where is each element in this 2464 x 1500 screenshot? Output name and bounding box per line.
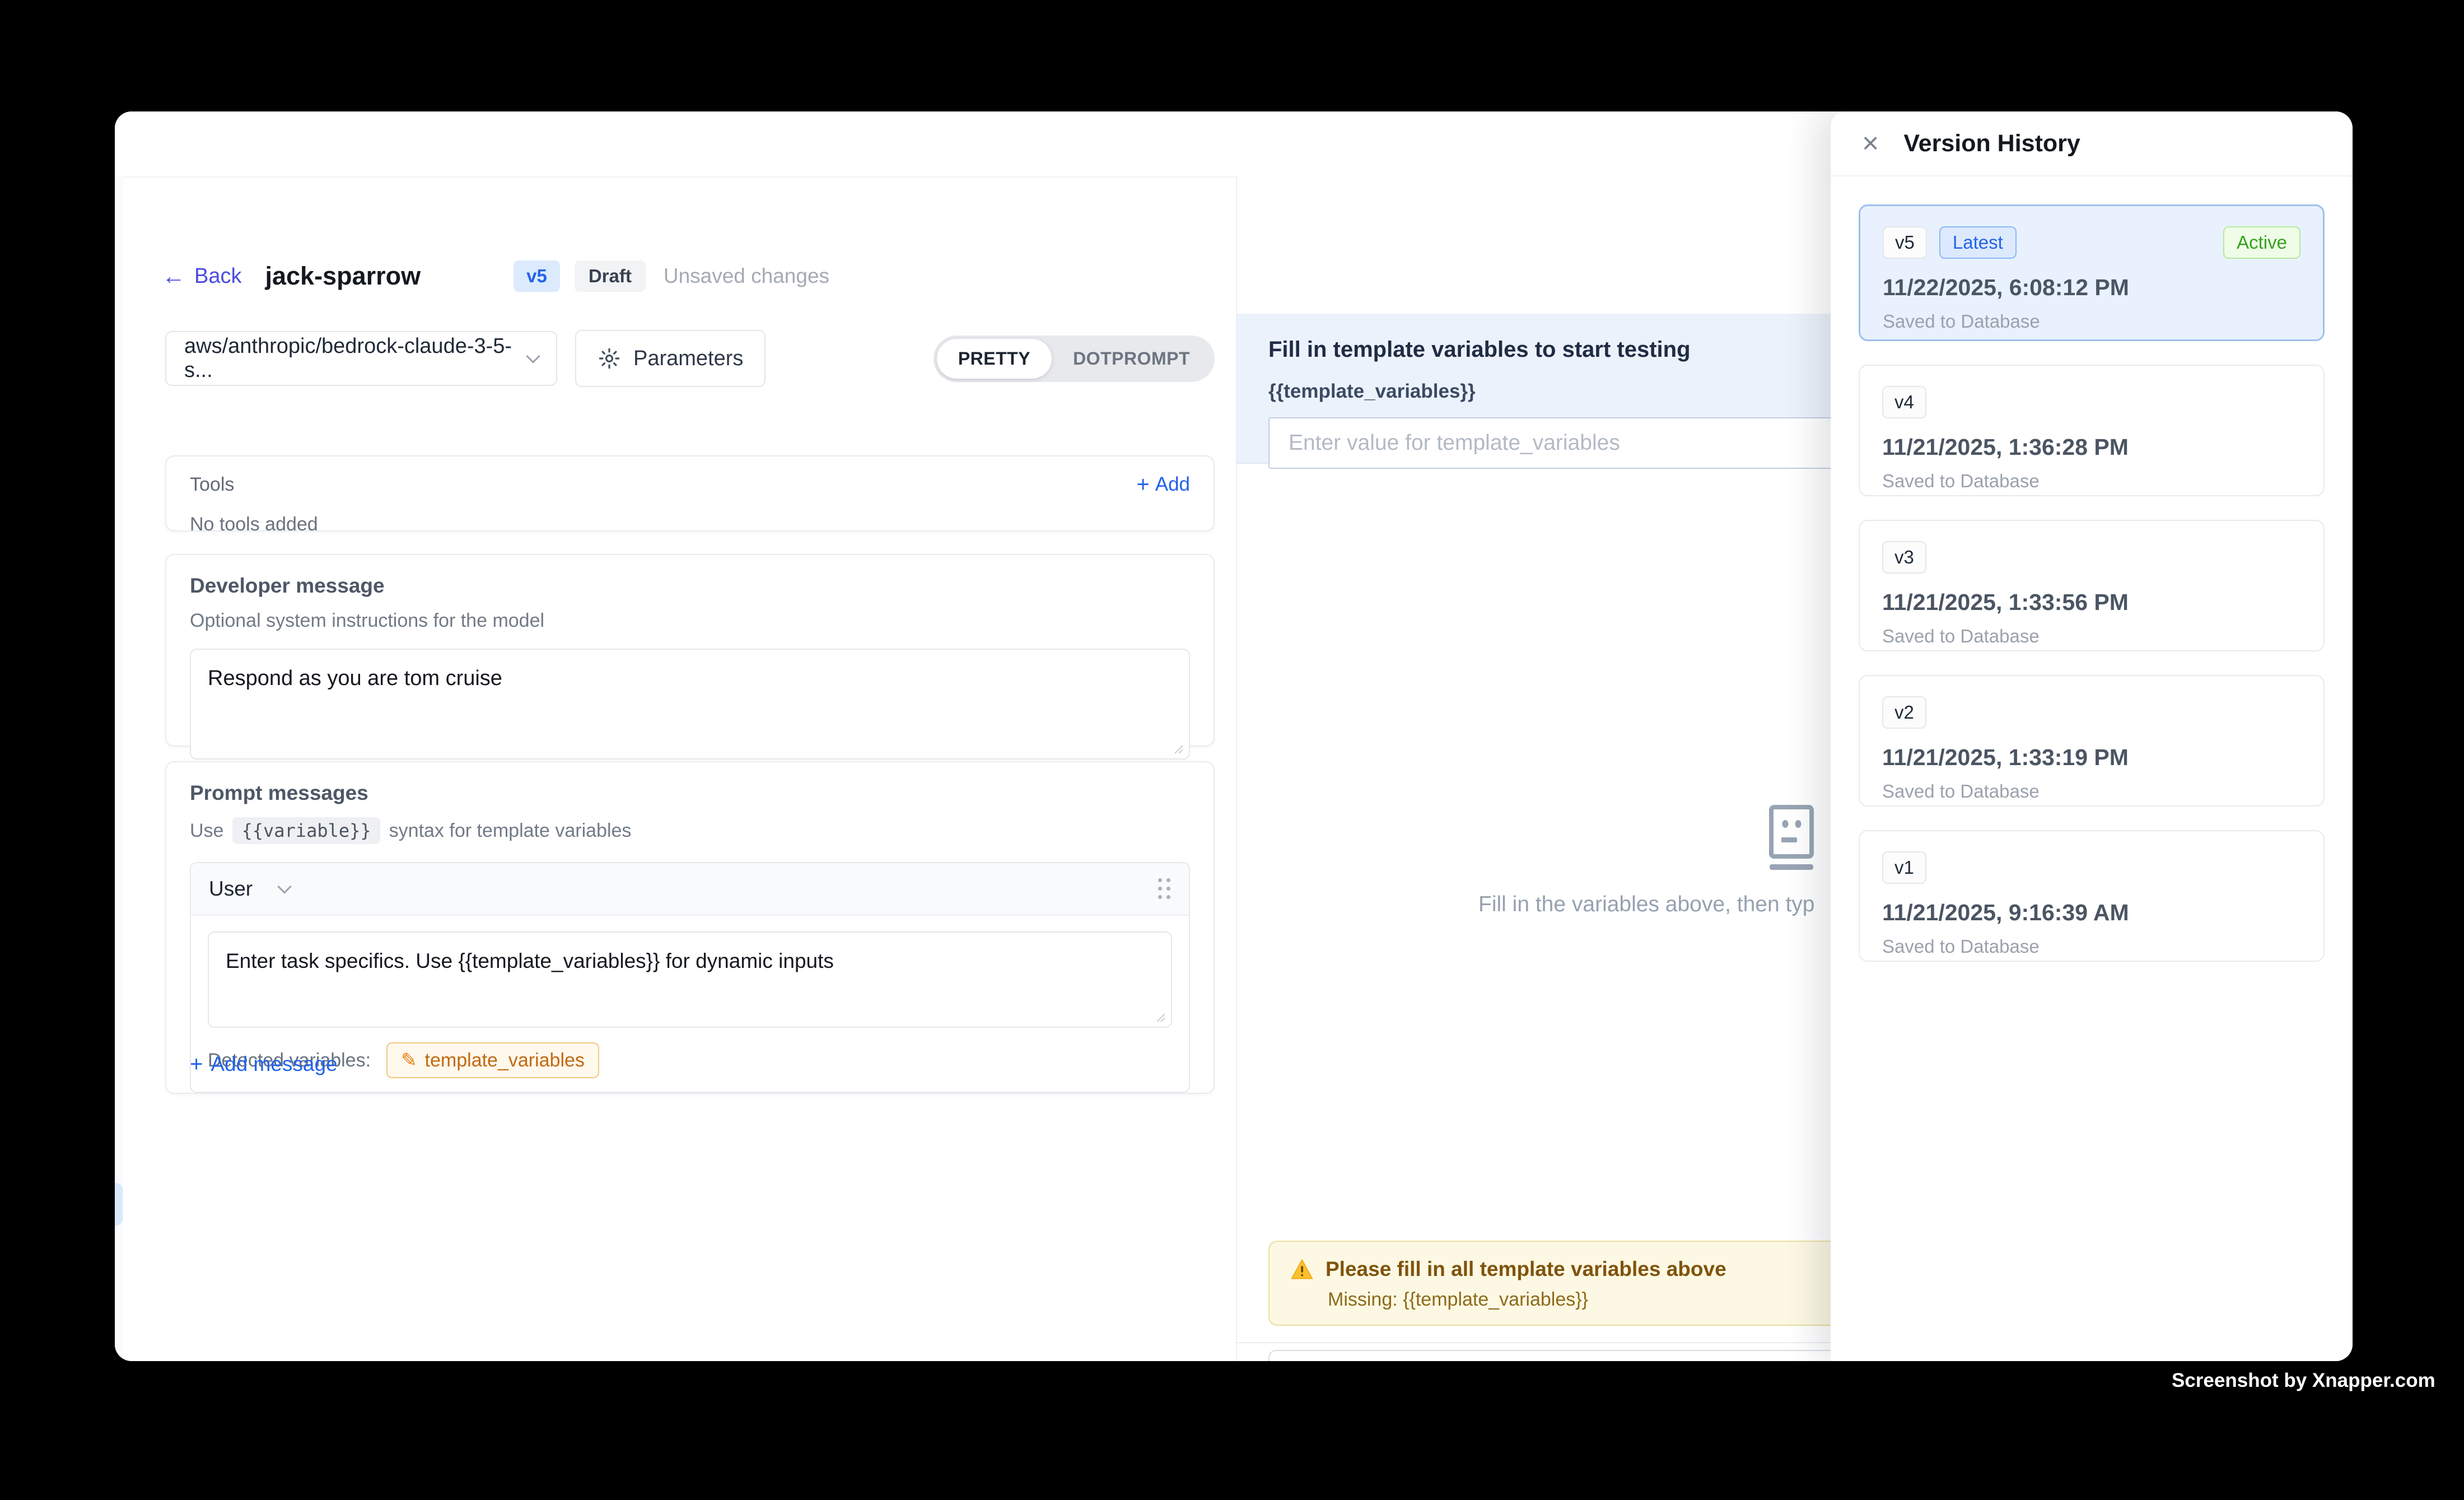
version-number-badge: v4 [1882,386,1926,418]
version-status: Saved to Database [1882,936,2301,957]
message-block: User Enter task specifics. Use {{templat… [190,862,1190,1093]
drag-handle[interactable] [1158,878,1171,900]
detected-variable-name: template_variables [425,1050,585,1072]
model-select-value: aws/anthropic/bedrock-claude-3-5-s... [184,334,528,383]
plus-icon: + [1136,473,1149,496]
version-card-v3[interactable]: v3 11/21/2025, 1:33:56 PM Saved to Datab… [1859,520,2325,651]
model-toolbar: aws/anthropic/bedrock-claude-3-5-s... Pa… [165,330,1215,387]
version-list: v5 Latest Active 11/22/2025, 6:08:12 PM … [1831,176,2353,990]
screenshot-stage: ← Back jack-sparrow v5 Draft Unsaved cha… [0,0,2464,1500]
tools-card: Tools + Add No tools added [165,455,1215,532]
version-timestamp: 11/21/2025, 1:33:19 PM [1882,744,2301,771]
toggle-pretty[interactable]: PRETTY [937,339,1052,379]
version-timestamp: 11/21/2025, 1:33:56 PM [1882,589,2301,616]
pencil-icon: ✎ [401,1049,417,1072]
format-toggle: PRETTY DOTPROMPT [934,336,1215,382]
developer-message-title: Developer message [190,574,1190,598]
active-badge: Active [2223,226,2300,259]
chevron-down-icon [526,349,540,363]
version-badge: v5 [514,260,560,292]
message-body: Enter task specifics. Use {{template_var… [191,916,1189,1092]
hint-suffix: syntax for template variables [389,820,632,842]
app-window: ← Back jack-sparrow v5 Draft Unsaved cha… [115,111,2353,1361]
variable-syntax-hint: Use {{variable}} syntax for template var… [190,817,1190,844]
prompt-messages-title: Prompt messages [190,781,1190,805]
title-row: ← Back jack-sparrow v5 Draft Unsaved cha… [162,258,829,294]
version-number-badge: v5 [1883,226,1927,259]
add-tool-button[interactable]: + Add [1136,473,1190,496]
toggle-dotprompt[interactable]: DOTPROMPT [1052,339,1211,379]
version-timestamp: 11/21/2025, 9:16:39 AM [1882,900,2301,926]
version-card-v4[interactable]: v4 11/21/2025, 1:36:28 PM Saved to Datab… [1859,365,2325,496]
version-timestamp: 11/21/2025, 1:36:28 PM [1882,434,2301,460]
latest-badge: Latest [1939,226,2017,259]
warning-icon [1291,1259,1313,1280]
variable-syntax-chip: {{variable}} [232,817,380,844]
version-card-v5[interactable]: v5 Latest Active 11/22/2025, 6:08:12 PM … [1859,204,2325,341]
version-card-v2[interactable]: v2 11/21/2025, 1:33:19 PM Saved to Datab… [1859,675,2325,807]
add-message-label: Add message [211,1052,337,1076]
version-timestamp: 11/22/2025, 6:08:12 PM [1883,274,2300,301]
prompt-messages-card: Prompt messages Use {{variable}} syntax … [165,761,1215,1094]
version-number-badge: v2 [1882,696,1926,729]
back-arrow-icon: ← [162,264,185,288]
message-value: Enter task specifics. Use {{template_var… [226,949,834,972]
tools-empty-text: No tools added [190,514,1190,535]
back-button[interactable]: ← Back [162,264,241,288]
model-select[interactable]: aws/anthropic/bedrock-claude-3-5-s... [165,331,557,386]
version-number-badge: v1 [1882,851,1926,884]
version-card-v1[interactable]: v1 11/21/2025, 9:16:39 AM Saved to Datab… [1859,830,2325,962]
version-history-title: Version History [1903,130,2080,157]
chevron-down-icon [277,879,291,893]
add-tool-label: Add [1155,473,1190,496]
message-textarea[interactable]: Enter task specifics. Use {{template_var… [208,931,1172,1028]
empty-state-text: Fill in the variables above, then typ [1478,892,1815,917]
resize-handle-icon[interactable] [1174,745,1183,754]
sidebar-handle[interactable] [115,1183,123,1226]
message-header: User [191,863,1189,916]
warning-title: Please fill in all template variables ab… [1326,1257,1726,1281]
plus-icon: + [190,1053,203,1075]
version-history-drawer: × Version History v5 Latest Active 11/22… [1831,111,2353,1361]
detected-variable-chip[interactable]: ✎ template_variables [386,1042,599,1078]
gear-icon [598,347,621,370]
version-status: Saved to Database [1882,626,2301,647]
version-status: Saved to Database [1882,781,2301,802]
role-select[interactable]: User [209,877,290,901]
version-status: Saved to Database [1883,311,2300,332]
add-message-button[interactable]: + Add message [190,1052,338,1076]
developer-message-textarea[interactable]: Respond as you are tom cruise [190,649,1190,760]
version-status: Saved to Database [1882,471,2301,492]
page-title: jack-sparrow [265,262,421,291]
close-icon[interactable]: × [1862,129,1879,158]
resize-handle-icon[interactable] [1156,1013,1165,1022]
version-number-badge: v3 [1882,541,1926,574]
developer-message-card: Developer message Optional system instru… [165,554,1215,747]
developer-message-subtitle: Optional system instructions for the mod… [190,610,1190,632]
tools-title: Tools [190,474,234,496]
parameters-button[interactable]: Parameters [575,330,766,387]
parameters-label: Parameters [633,347,743,371]
watermark: Screenshot by Xnapper.com [2172,1369,2435,1392]
draft-badge: Draft [575,260,646,292]
version-history-header: × Version History [1831,111,2353,176]
developer-message-value: Respond as you are tom cruise [208,667,502,690]
detected-variables-row: Detected variables: ✎ template_variables [208,1042,1172,1078]
bot-face-icon [1762,804,1821,873]
role-value: User [209,877,253,901]
back-label: Back [194,264,241,288]
unsaved-changes-label: Unsaved changes [664,264,829,288]
hint-prefix: Use [190,820,223,842]
